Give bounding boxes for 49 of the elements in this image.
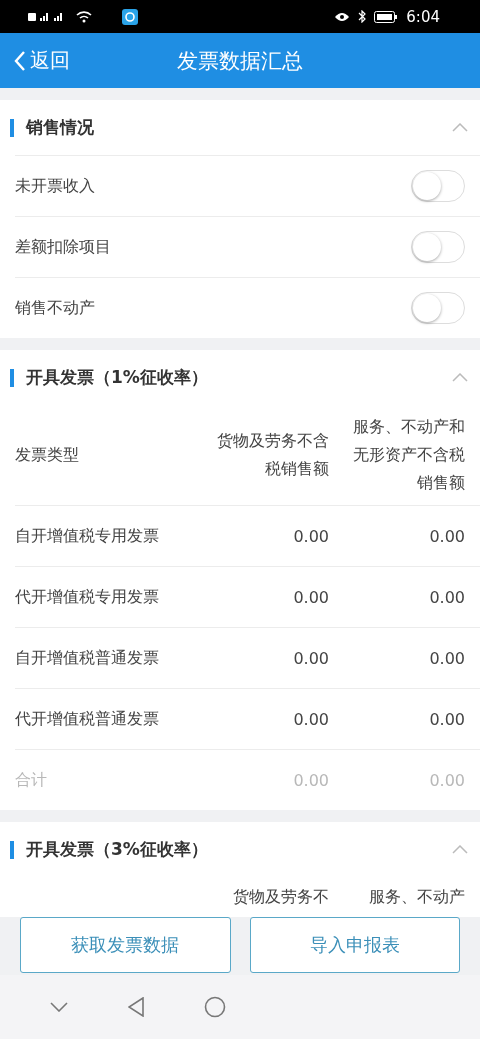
table-cell-text: 自开增值税专用发票 bbox=[15, 525, 160, 547]
table-cell-text: 0.00 bbox=[428, 770, 465, 790]
section-title: 销售情况 bbox=[26, 116, 95, 139]
table-cell-text: 0.00 bbox=[292, 770, 329, 790]
battery-icon bbox=[374, 10, 399, 23]
table-cell-text: 0.00 bbox=[292, 587, 329, 607]
table-cell-text: 0.00 bbox=[428, 648, 465, 668]
column-header: 发票类型 bbox=[15, 444, 80, 466]
page-title: 发票数据汇总 bbox=[177, 47, 303, 75]
toggle-switch[interactable] bbox=[411, 170, 465, 202]
table-cell-text: 0.00 bbox=[428, 709, 465, 729]
column-header: 货物及劳务不 bbox=[232, 886, 329, 908]
table-cell-text: 0.00 bbox=[428, 587, 465, 607]
setting-label: 未开票收入 bbox=[15, 175, 95, 197]
back-triangle-icon[interactable] bbox=[128, 997, 144, 1017]
section-title: 开具发票（3%征收率） bbox=[26, 838, 209, 861]
column-header: 货物及劳务不含税销售额 bbox=[216, 430, 329, 480]
chevron-up-icon[interactable] bbox=[452, 845, 468, 854]
section-title: 开具发票（1%征收率） bbox=[26, 366, 209, 389]
column-header: 服务、不动产和无形资产不含税销售额 bbox=[352, 416, 465, 494]
app-icon bbox=[122, 8, 138, 25]
accent-bar bbox=[10, 840, 14, 859]
table-cell-text: 0.00 bbox=[292, 648, 329, 668]
chevron-up-icon[interactable] bbox=[452, 373, 468, 382]
table-cell-text: 0.00 bbox=[292, 709, 329, 729]
toggle-switch[interactable] bbox=[411, 231, 465, 263]
back-icon bbox=[14, 49, 26, 72]
table-cell-text: 自开增值税普通发票 bbox=[15, 647, 160, 669]
column-header: 服务、不动产 bbox=[368, 886, 465, 908]
table-cell-text: 0.00 bbox=[428, 526, 465, 546]
table-cell-text: 代开增值税普通发票 bbox=[15, 708, 160, 730]
bluetooth-icon bbox=[358, 10, 367, 23]
chevron-down-icon[interactable] bbox=[50, 1002, 68, 1012]
table-cell-text: 代开增值税专用发票 bbox=[15, 586, 160, 608]
action-button[interactable]: 导入申报表 bbox=[249, 917, 460, 973]
accent-bar bbox=[10, 368, 14, 387]
table-cell-text: 0.00 bbox=[292, 526, 329, 546]
eye-icon bbox=[334, 10, 351, 23]
chevron-up-icon[interactable] bbox=[452, 123, 468, 132]
accent-bar bbox=[10, 118, 14, 137]
toggle-switch[interactable] bbox=[411, 292, 465, 324]
setting-label: 销售不动产 bbox=[15, 297, 95, 319]
action-button[interactable]: 获取发票数据 bbox=[20, 917, 231, 973]
back-button[interactable]: 返回 bbox=[0, 47, 70, 74]
clock-time: 6:04 bbox=[406, 7, 440, 26]
table-cell-text: 合计 bbox=[15, 769, 48, 791]
home-circle-icon[interactable] bbox=[204, 996, 226, 1018]
wifi-icon bbox=[76, 10, 92, 23]
setting-label: 差额扣除项目 bbox=[15, 236, 111, 258]
